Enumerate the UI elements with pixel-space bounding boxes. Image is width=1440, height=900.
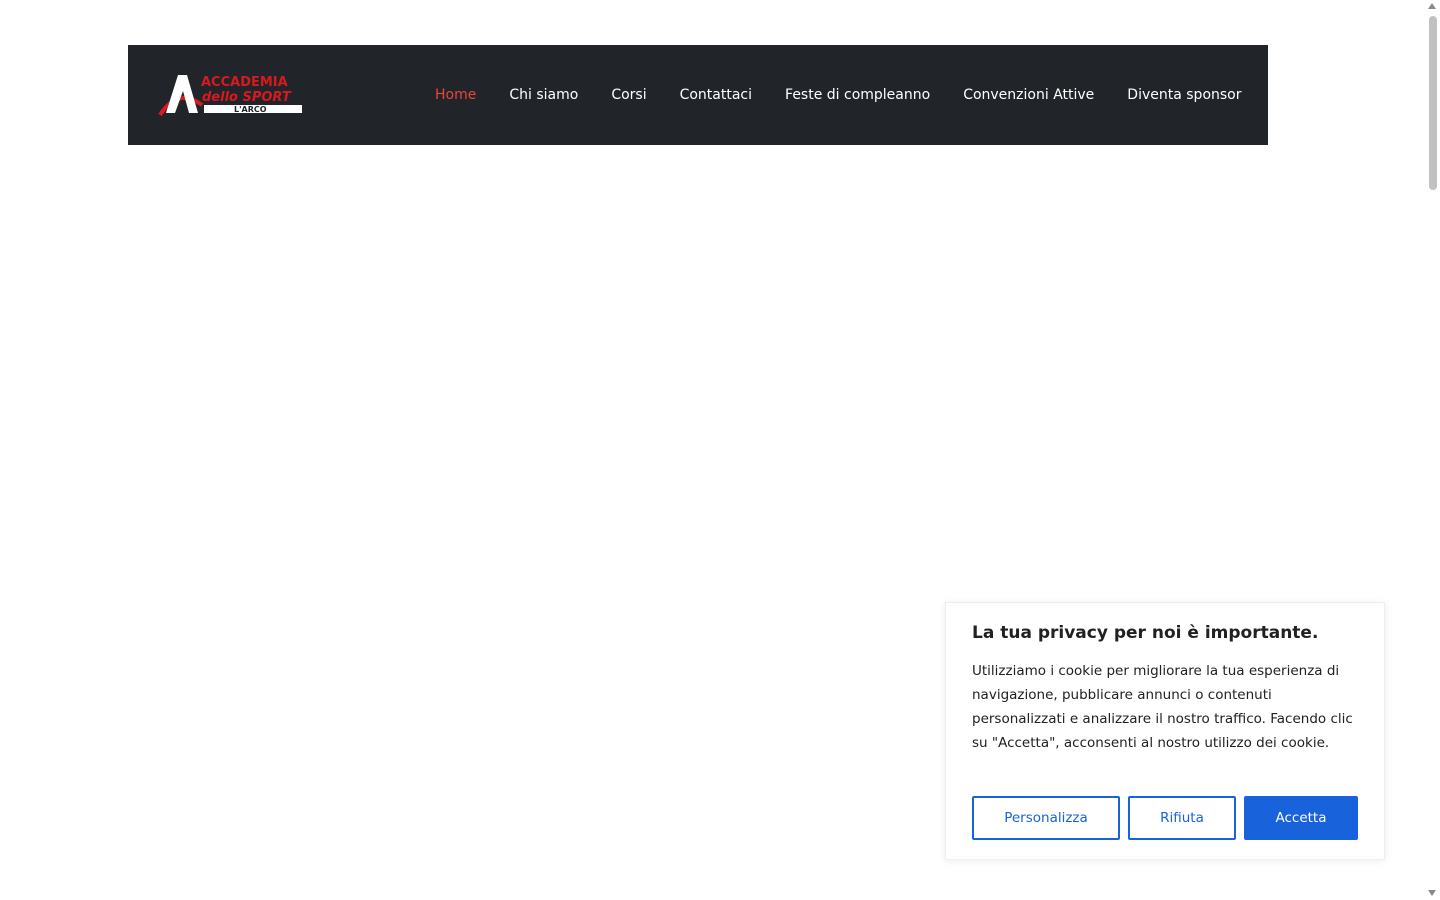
nav-item-feste-di-compleanno[interactable]: Feste di compleanno	[785, 87, 930, 103]
scroll-down-arrow-icon[interactable]	[1428, 890, 1436, 896]
logo-line2: dello SPORT	[202, 90, 292, 105]
cookie-consent-banner: La tua privacy per noi è importante. Uti…	[945, 602, 1385, 860]
reject-button[interactable]: Rifiuta	[1128, 796, 1236, 840]
scroll-up-arrow-icon[interactable]	[1428, 3, 1436, 9]
main-nav: Home Chi siamo Corsi Contattaci Feste di…	[435, 45, 1242, 145]
logo-line3: L'ARCO	[234, 105, 267, 114]
cookie-title: La tua privacy per noi è importante.	[972, 623, 1319, 643]
logo-graphic: ACCADEMIA dello SPORT L'ARCO	[158, 75, 302, 117]
site-header: ACCADEMIA dello SPORT L'ARCO Home Chi si…	[128, 45, 1268, 145]
customize-button[interactable]: Personalizza	[972, 796, 1120, 840]
nav-item-convenzioni-attive[interactable]: Convenzioni Attive	[963, 87, 1094, 103]
nav-item-diventa-sponsor[interactable]: Diventa sponsor	[1127, 87, 1241, 103]
page-scrollbar[interactable]	[1425, 0, 1440, 900]
cookie-actions: Personalizza Rifiuta Accetta	[972, 796, 1358, 840]
nav-item-contattaci[interactable]: Contattaci	[680, 87, 752, 103]
nav-item-chi-siamo[interactable]: Chi siamo	[509, 87, 578, 103]
cookie-description: Utilizziamo i cookie per migliorare la t…	[972, 663, 1353, 751]
site-logo[interactable]: ACCADEMIA dello SPORT L'ARCO	[158, 73, 304, 119]
page: ACCADEMIA dello SPORT L'ARCO Home Chi si…	[0, 0, 1440, 900]
scroll-thumb[interactable]	[1429, 16, 1437, 190]
nav-item-home[interactable]: Home	[435, 87, 476, 103]
logo-line1: ACCADEMIA	[201, 75, 288, 90]
nav-item-corsi[interactable]: Corsi	[611, 87, 646, 103]
accept-button[interactable]: Accetta	[1244, 796, 1358, 840]
